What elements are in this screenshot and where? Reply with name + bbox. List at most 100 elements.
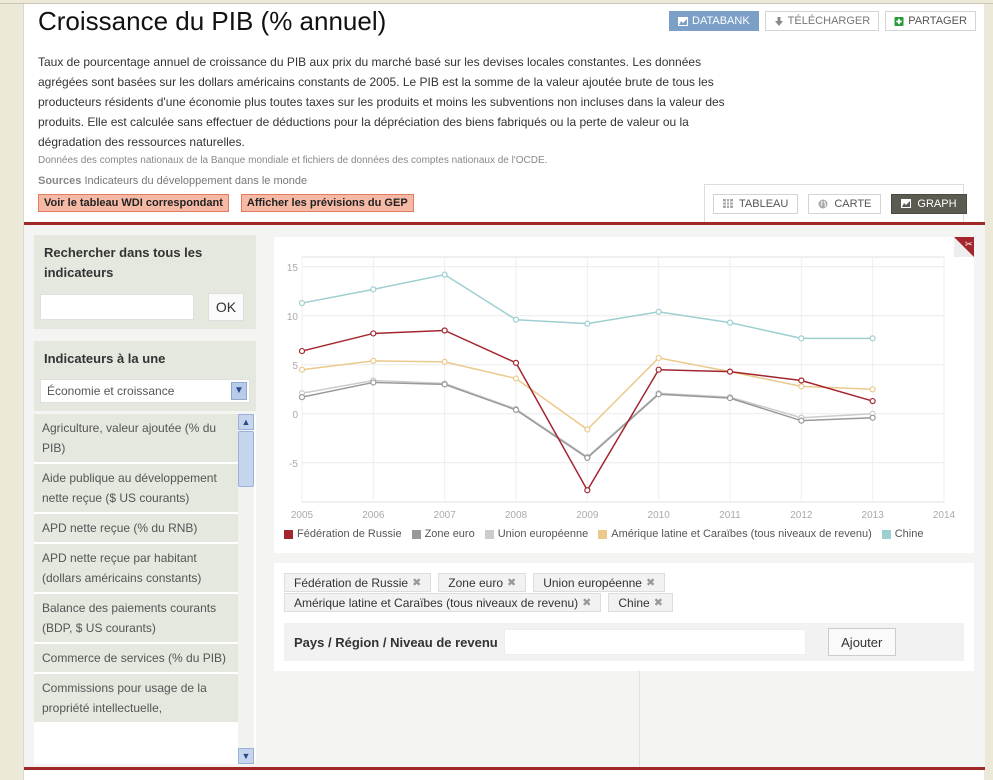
list-item[interactable]: Commerce de services (% du PIB) xyxy=(34,644,238,674)
tab-map-label: CARTE xyxy=(834,197,872,210)
sources-link[interactable]: Indicateurs du développement dans le mon… xyxy=(84,175,307,187)
chart-icon xyxy=(678,16,688,26)
y-tick-label: 5 xyxy=(292,361,298,372)
legend-item[interactable]: Chine xyxy=(881,528,924,540)
x-tick-label: 2010 xyxy=(648,510,671,521)
legend-label: Chine xyxy=(894,528,924,540)
chart-panel: 2005 2006 2007 2008 2009 2010 2011 2012 2013 2014… xyxy=(274,237,974,553)
featured-category-select[interactable]: Économie et croissance ▼ xyxy=(40,379,250,403)
share-button[interactable]: PARTAGER xyxy=(885,11,976,31)
country-tag: Amérique latine et Caraïbes (tous niveau… xyxy=(284,593,602,612)
country-tag-label: Zone euro xyxy=(448,575,503,590)
chart-legend: Fédération de Russie Zone euro Union europ… xyxy=(284,528,923,540)
share-label: PARTAGER xyxy=(908,15,967,27)
list-item[interactable]: Balance des paiements courants (BDP, $ U… xyxy=(34,594,238,644)
list-item[interactable]: Aide publique au développement nette reç… xyxy=(34,464,238,514)
close-icon[interactable]: ✖ xyxy=(507,576,516,589)
scroll-up-icon[interactable]: ▲ xyxy=(238,414,254,430)
close-icon[interactable]: ✖ xyxy=(412,576,421,589)
view-tabs: TABLEAU CARTE GRAPH xyxy=(704,184,967,222)
page-title: Croissance du PIB (% annuel) xyxy=(38,6,387,36)
legend-item[interactable]: Amérique latine et Caraïbes (tous niveau… xyxy=(598,528,872,540)
y-tick-label: 0 xyxy=(292,410,298,421)
download-label: TÉLÉCHARGER xyxy=(787,15,871,27)
y-tick-label: -5 xyxy=(289,459,298,470)
x-tick-label: 2011 xyxy=(719,510,741,521)
data-point xyxy=(512,359,520,366)
databank-button[interactable]: DATABANK xyxy=(669,11,759,31)
featured-box: Indicateurs à la une Économie et croissa… xyxy=(34,341,256,411)
tab-table-label: TABLEAU xyxy=(739,197,789,210)
indicator-search-input[interactable] xyxy=(40,294,194,320)
data-point xyxy=(726,319,734,326)
globe-icon xyxy=(818,199,828,208)
selection-panel: Fédération de Russie ✖ Zone euro ✖ Union e… xyxy=(274,563,974,671)
indicator-list-scrollbar[interactable]: ▲ ▼ xyxy=(238,414,254,764)
scissors-icon[interactable]: ✂ xyxy=(954,237,974,257)
data-point xyxy=(869,386,876,393)
plot-area xyxy=(301,256,945,503)
legend-item[interactable]: Fédération de Russie xyxy=(284,528,402,540)
tab-table[interactable]: TABLEAU xyxy=(713,193,799,214)
legend-item[interactable]: Union européenne xyxy=(484,528,589,540)
close-icon[interactable]: ✖ xyxy=(646,576,655,589)
legend-label: Amérique latine et Caraïbes (tous niveau… xyxy=(611,528,872,540)
add-country-button[interactable]: Ajouter xyxy=(827,628,896,656)
legend-label: Fédération de Russie xyxy=(297,528,402,540)
data-point xyxy=(655,391,662,398)
country-tag-label: Union européenne xyxy=(543,575,642,590)
download-button[interactable]: TÉLÉCHARGER xyxy=(764,11,880,31)
legend-swatch xyxy=(598,529,608,539)
red-button-row: Voir le tableau WDI correspondant Affich… xyxy=(38,194,414,212)
gep-forecast-button[interactable]: Afficher les prévisions du GEP xyxy=(240,194,414,212)
search-box: Rechercher dans tous les indicateurs OK xyxy=(34,235,256,329)
data-point xyxy=(584,454,591,461)
country-tag-label: Amérique latine et Caraïbes (tous niveau… xyxy=(294,595,579,610)
y-tick-label: 10 xyxy=(287,312,299,323)
data-point xyxy=(869,414,876,421)
download-icon xyxy=(774,16,783,26)
data-point xyxy=(798,383,805,390)
country-search-input[interactable] xyxy=(503,629,806,655)
data-point xyxy=(512,406,520,413)
country-tag: Chine ✖ xyxy=(608,593,673,612)
data-point xyxy=(798,335,805,342)
data-point xyxy=(441,327,448,334)
plus-icon xyxy=(894,16,904,26)
search-title: Rechercher dans tous les indicateurs xyxy=(44,245,203,280)
data-point xyxy=(370,379,377,386)
sources-label: Sources xyxy=(38,175,82,187)
legend-label: Union européenne xyxy=(497,528,589,540)
tab-map[interactable]: CARTE xyxy=(808,193,882,214)
tab-graph[interactable]: GRAPH xyxy=(891,193,967,214)
data-point xyxy=(512,316,520,323)
scroll-thumb[interactable] xyxy=(238,431,254,487)
list-item[interactable]: Agriculture, valeur ajoutée (% du PIB) xyxy=(34,414,238,464)
data-point xyxy=(584,320,591,327)
data-point xyxy=(512,375,520,382)
sources-line: Sources Indicateurs du développement dan… xyxy=(38,175,307,187)
legend-item[interactable]: Zone euro xyxy=(411,528,475,540)
list-item[interactable]: Commissions pour usage de la propriété i… xyxy=(34,674,238,724)
country-tag: Fédération de Russie ✖ xyxy=(284,573,432,592)
chevron-down-icon: ▼ xyxy=(231,382,247,400)
data-point xyxy=(798,417,805,424)
data-point xyxy=(655,354,662,362)
data-note: Données des comptes nationaux de la Banq… xyxy=(38,155,548,166)
sidebar: Rechercher dans tous les indicateurs OK … xyxy=(34,235,256,764)
data-point xyxy=(441,271,448,278)
country-tag: Zone euro ✖ xyxy=(438,573,527,592)
line-chart: 2005 2006 2007 2008 2009 2010 2011 2012 2013 2014… xyxy=(287,256,956,521)
list-item[interactable]: APD nette reçue par habitant (dollars am… xyxy=(34,544,238,594)
close-icon[interactable]: ✖ xyxy=(582,596,591,609)
data-point xyxy=(298,347,306,355)
wdi-table-button[interactable]: Voir le tableau WDI correspondant xyxy=(38,194,229,212)
scroll-down-icon[interactable]: ▼ xyxy=(238,748,254,764)
search-ok-button[interactable]: OK xyxy=(208,293,244,321)
close-icon[interactable]: ✖ xyxy=(654,596,663,609)
top-actions: DATABANK TÉLÉCHARGER PARTAGER xyxy=(669,11,976,31)
x-tick-label: 2006 xyxy=(362,510,385,521)
legend-swatch xyxy=(411,529,421,539)
list-item[interactable]: APD nette reçue (% du RNB) xyxy=(34,514,238,544)
x-tick-label: 2012 xyxy=(790,510,813,521)
